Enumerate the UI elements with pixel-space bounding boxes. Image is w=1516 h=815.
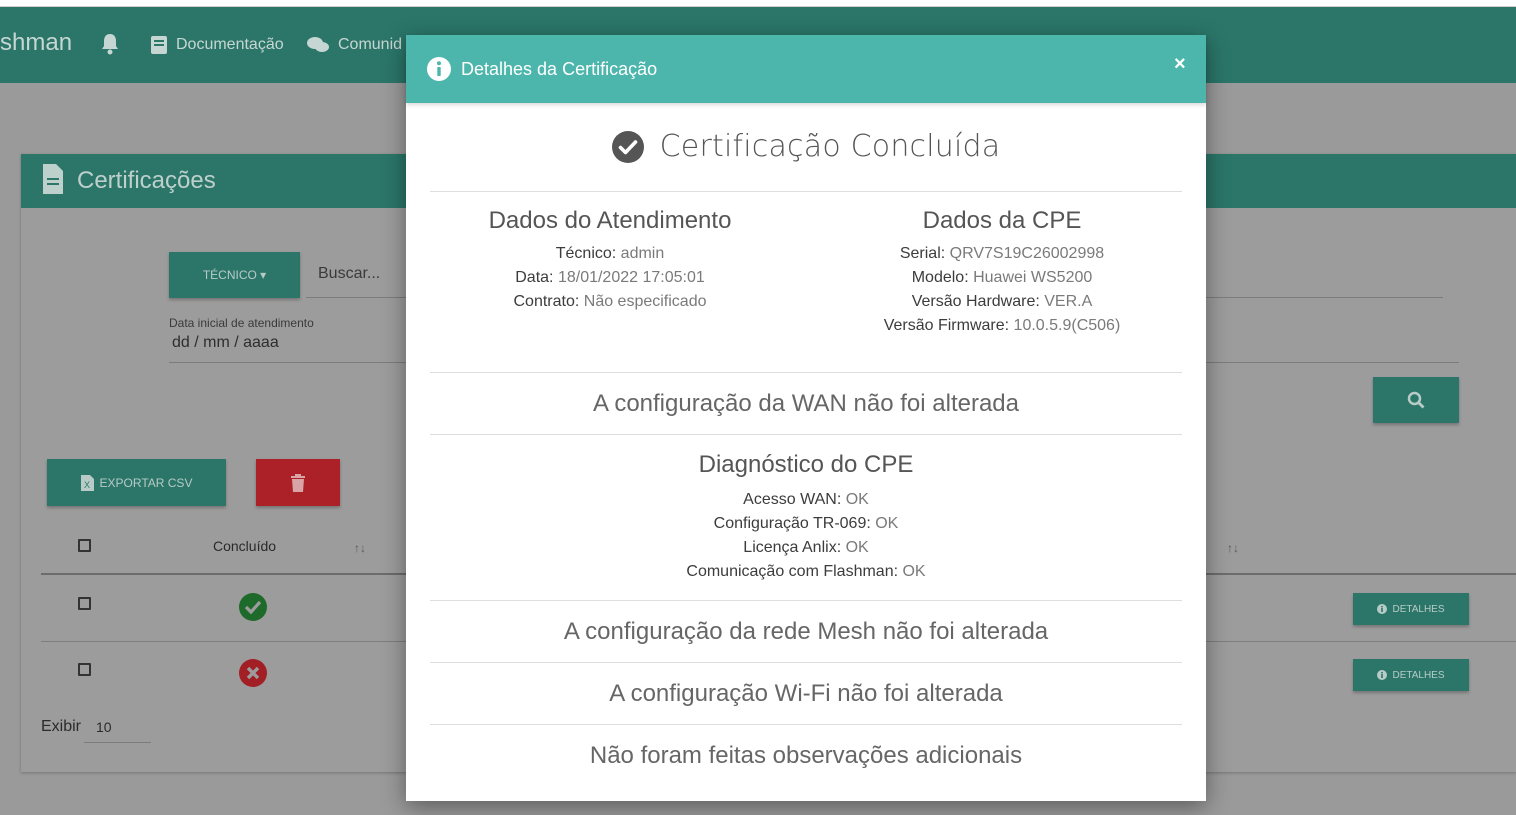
- modelo-value: Huawei WS5200: [968, 269, 1093, 286]
- diagnostico-value: OK: [841, 539, 869, 556]
- details-button[interactable]: DETALHES: [1353, 593, 1469, 625]
- certification-heading-text: Certificação Concluída: [659, 129, 1001, 164]
- firmware-label: Versão Firmware:: [883, 317, 1010, 334]
- atendimento-section: Dados do Atendimento Técnico: admin Data…: [420, 207, 800, 314]
- contrato-row: Contrato: Não especificado: [420, 290, 800, 314]
- divider: [430, 600, 1182, 601]
- divider: [430, 434, 1182, 435]
- firmware-row: Versão Firmware: 10.0.5.9(C506): [812, 314, 1192, 338]
- file-icon: [43, 164, 63, 194]
- date-field[interactable]: dd / mm / aaaa: [172, 334, 279, 352]
- certification-heading: Certificação Concluída: [406, 129, 1206, 164]
- firmware-value: 10.0.5.9(C506): [1009, 317, 1121, 334]
- close-icon[interactable]: ×: [1174, 54, 1186, 74]
- data-row: Data: 18/01/2022 17:05:01: [420, 266, 800, 290]
- observacoes-text: Não foram feitas observações adicionais: [589, 742, 1023, 769]
- atendimento-title: Dados do Atendimento: [488, 207, 732, 234]
- row-checkbox[interactable]: [78, 597, 91, 610]
- serial-label: Serial:: [899, 245, 946, 262]
- svg-text:X: X: [84, 480, 90, 490]
- serial-row: Serial: QRV7S19C26002998: [812, 242, 1192, 266]
- page-size-underline: [84, 742, 151, 743]
- delete-button[interactable]: [256, 459, 340, 506]
- diagnostico-value: OK: [898, 563, 926, 580]
- search-button[interactable]: [1373, 377, 1459, 423]
- comments-icon: [307, 37, 329, 52]
- hardware-row: Versão Hardware: VER.A: [812, 290, 1192, 314]
- export-csv-label: EXPORTAR CSV: [99, 475, 193, 490]
- nav-documentacao[interactable]: Documentação: [150, 35, 284, 55]
- info-circle-icon: [427, 57, 451, 81]
- sort-icon[interactable]: ↑↓: [1227, 541, 1239, 555]
- nav-comunidade[interactable]: Comunid: [306, 35, 402, 55]
- search-input[interactable]: Buscar...: [318, 265, 380, 283]
- details-button-label: DETALHES: [1392, 603, 1445, 615]
- page-size-label: Exibir: [41, 718, 82, 735]
- card-title: Certificações: [77, 167, 216, 194]
- hardware-label: Versão Hardware:: [911, 293, 1040, 310]
- certification-details-modal: Detalhes da Certificação × Certificação …: [406, 35, 1206, 801]
- cpe-title: Dados da CPE: [922, 207, 1082, 234]
- diagnostico-label: Acesso WAN:: [743, 491, 842, 508]
- select-all-checkbox[interactable]: [78, 539, 91, 552]
- diagnostico-label: Licença Anlix:: [743, 539, 842, 556]
- hardware-value: VER.A: [1039, 293, 1093, 310]
- check-circle-icon: [239, 593, 267, 621]
- divider: [430, 662, 1182, 663]
- diagnostico-item: Licença Anlix: OK: [406, 536, 1206, 560]
- diagnostico-title: Diagnóstico do CPE: [698, 451, 914, 478]
- data-label: Data:: [515, 269, 554, 286]
- page-size-select[interactable]: 10: [96, 719, 112, 735]
- diagnostico-value: OK: [841, 491, 869, 508]
- details-button-label: DETALHES: [1392, 669, 1445, 681]
- data-value: 18/01/2022 17:05:01: [553, 269, 705, 286]
- tecnico-label: Técnico:: [555, 245, 617, 262]
- tecnico-value: admin: [616, 245, 665, 262]
- contrato-label: Contrato:: [513, 293, 580, 310]
- bell-icon[interactable]: [100, 33, 120, 55]
- date-field-label: Data inicial de atendimento: [169, 316, 314, 330]
- row-checkbox[interactable]: [78, 663, 91, 676]
- check-circle-icon: [611, 130, 644, 163]
- divider: [430, 724, 1182, 725]
- modal-header: Detalhes da Certificação ×: [406, 35, 1206, 103]
- trash-icon: [291, 473, 305, 492]
- diagnostico-item: Comunicação com Flashman: OK: [406, 560, 1206, 584]
- serial-value: QRV7S19C26002998: [945, 245, 1105, 262]
- browser-top-strip: [0, 0, 1516, 7]
- diagnostico-label: Configuração TR-069:: [713, 515, 871, 532]
- diagnostico-list: Acesso WAN: OK Configuração TR-069: OK L…: [406, 488, 1206, 584]
- tecnico-row: Técnico: admin: [420, 242, 800, 266]
- diagnostico-item: Acesso WAN: OK: [406, 488, 1206, 512]
- info-circle-icon: [1377, 604, 1388, 614]
- tecnico-filter-button[interactable]: TÉCNICO ▾: [169, 252, 300, 298]
- cpe-section: Dados da CPE Serial: QRV7S19C26002998 Mo…: [812, 207, 1192, 338]
- details-button[interactable]: DETALHES: [1353, 659, 1469, 691]
- sort-icon[interactable]: ↑↓: [354, 541, 366, 555]
- column-header-concluido[interactable]: Concluído: [213, 538, 276, 554]
- divider: [430, 372, 1182, 373]
- modelo-label: Modelo:: [911, 269, 969, 286]
- modal-title: Detalhes da Certificação: [461, 59, 658, 79]
- info-circle-icon: [1377, 670, 1388, 680]
- file-excel-icon: X: [80, 474, 94, 491]
- book-icon: [151, 36, 167, 54]
- divider: [430, 191, 1182, 192]
- mesh-status-text: A configuração da rede Mesh não foi alte…: [563, 618, 1049, 645]
- contrato-value: Não especificado: [579, 293, 707, 310]
- diagnostico-item: Configuração TR-069: OK: [406, 512, 1206, 536]
- search-icon: [1407, 391, 1425, 409]
- nav-comunidade-label: Comunid: [338, 36, 403, 53]
- wifi-status-text: A configuração Wi-Fi não foi alterada: [609, 680, 1003, 707]
- modelo-row: Modelo: Huawei WS5200: [812, 266, 1192, 290]
- times-circle-icon: [239, 659, 267, 687]
- wan-status-text: A configuração da WAN não foi alterada: [592, 390, 1020, 417]
- diagnostico-value: OK: [870, 515, 899, 532]
- diagnostico-label: Comunicação com Flashman:: [686, 563, 899, 580]
- export-csv-button[interactable]: X EXPORTAR CSV: [47, 459, 226, 506]
- nav-documentacao-label: Documentação: [176, 36, 284, 53]
- brand-logo[interactable]: shman: [0, 29, 72, 57]
